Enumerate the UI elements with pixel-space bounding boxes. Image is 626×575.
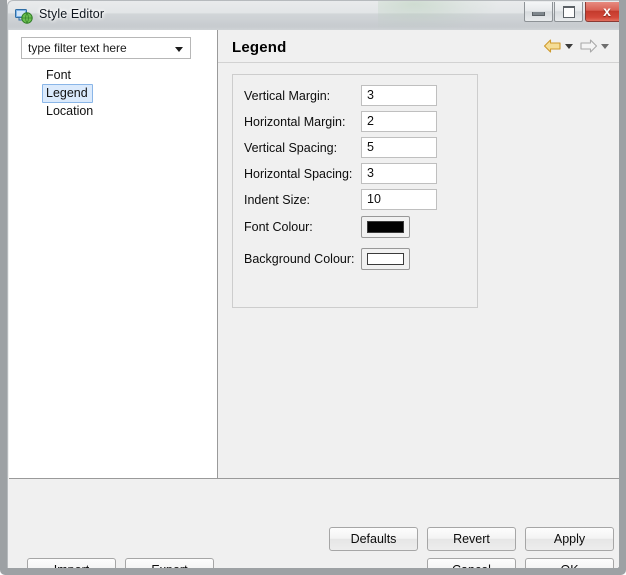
- tree-item-font[interactable]: Font: [42, 66, 76, 85]
- title-bar[interactable]: Style Editor x: [7, 0, 619, 30]
- background-colour-button[interactable]: [361, 248, 410, 270]
- field-label-font-colour: Font Colour:: [244, 220, 313, 234]
- tree-row[interactable]: Legend: [9, 84, 217, 103]
- close-icon: x: [603, 3, 611, 19]
- field-row-horizontal-margin: Horizontal Margin: 2: [233, 111, 479, 137]
- button-bar: Defaults Revert Apply Cancel OK Import E…: [9, 479, 619, 568]
- field-label-vertical-margin: Vertical Margin:: [244, 89, 331, 103]
- field-label-horizontal-spacing: Horizontal Spacing:: [244, 167, 353, 181]
- defaults-button[interactable]: Defaults: [329, 527, 418, 551]
- field-row-vertical-margin: Vertical Margin: 3: [233, 85, 479, 111]
- filter-input-text: type filter text here: [28, 41, 127, 55]
- field-input-vertical-spacing[interactable]: 5: [361, 137, 437, 158]
- style-editor-window: Style Editor x type filter text here Fon…: [0, 0, 626, 575]
- preference-tree[interactable]: Font Legend Location: [9, 66, 217, 120]
- background-colour-swatch: [367, 253, 404, 265]
- field-row-horizontal-spacing: Horizontal Spacing: 3: [233, 163, 479, 189]
- field-input-vertical-margin[interactable]: 3: [361, 85, 437, 106]
- field-input-horizontal-margin[interactable]: 2: [361, 111, 437, 132]
- back-arrow-icon[interactable]: [543, 38, 562, 54]
- tree-item-location[interactable]: Location: [42, 102, 98, 121]
- detail-panel: Legend Vertical Margin: 3 Horizontal Mar…: [218, 30, 619, 478]
- forward-history-chevron-down-icon[interactable]: [601, 43, 609, 49]
- tree-row[interactable]: Location: [9, 102, 217, 120]
- title-rule: [218, 62, 619, 63]
- page-title: Legend: [232, 39, 287, 56]
- filter-input[interactable]: type filter text here: [21, 37, 191, 59]
- maximize-icon: [562, 5, 575, 18]
- navigation-controls[interactable]: [543, 38, 613, 54]
- minimize-button[interactable]: [524, 2, 553, 22]
- field-label-vertical-spacing: Vertical Spacing:: [244, 141, 338, 155]
- client-area: type filter text here Font Legend Locati…: [7, 30, 619, 568]
- close-button[interactable]: x: [585, 2, 619, 22]
- field-row-background-colour: Background Colour:: [233, 248, 479, 274]
- tree-item-legend[interactable]: Legend: [42, 84, 93, 103]
- window-title: Style Editor: [39, 7, 105, 21]
- ok-button[interactable]: OK: [525, 558, 614, 568]
- field-label-indent-size: Indent Size:: [244, 193, 311, 207]
- chevron-down-icon[interactable]: [175, 47, 183, 52]
- font-colour-swatch: [367, 221, 404, 233]
- aero-glass-tint: [378, 1, 498, 30]
- font-colour-button[interactable]: [361, 216, 410, 238]
- field-input-horizontal-spacing[interactable]: 3: [361, 163, 437, 184]
- maximize-button[interactable]: [554, 2, 583, 22]
- minimize-icon: [532, 12, 545, 16]
- field-row-vertical-spacing: Vertical Spacing: 5: [233, 137, 479, 163]
- network-globe-icon: [15, 7, 33, 25]
- revert-button[interactable]: Revert: [427, 527, 516, 551]
- back-history-chevron-down-icon[interactable]: [565, 43, 573, 49]
- field-label-horizontal-margin: Horizontal Margin:: [244, 115, 346, 129]
- cancel-button[interactable]: Cancel: [427, 558, 516, 568]
- forward-arrow-icon: [579, 38, 598, 54]
- export-button[interactable]: Export: [125, 558, 214, 568]
- field-row-font-colour: Font Colour:: [233, 216, 479, 242]
- import-button[interactable]: Import: [27, 558, 116, 568]
- field-input-indent-size[interactable]: 10: [361, 189, 437, 210]
- field-row-indent-size: Indent Size: 10: [233, 189, 479, 215]
- tree-row[interactable]: Font: [9, 66, 217, 84]
- field-label-background-colour: Background Colour:: [244, 252, 355, 266]
- legend-settings-group: Vertical Margin: 3 Horizontal Margin: 2 …: [232, 74, 478, 308]
- preference-tree-panel: type filter text here Font Legend Locati…: [9, 30, 217, 478]
- apply-button[interactable]: Apply: [525, 527, 614, 551]
